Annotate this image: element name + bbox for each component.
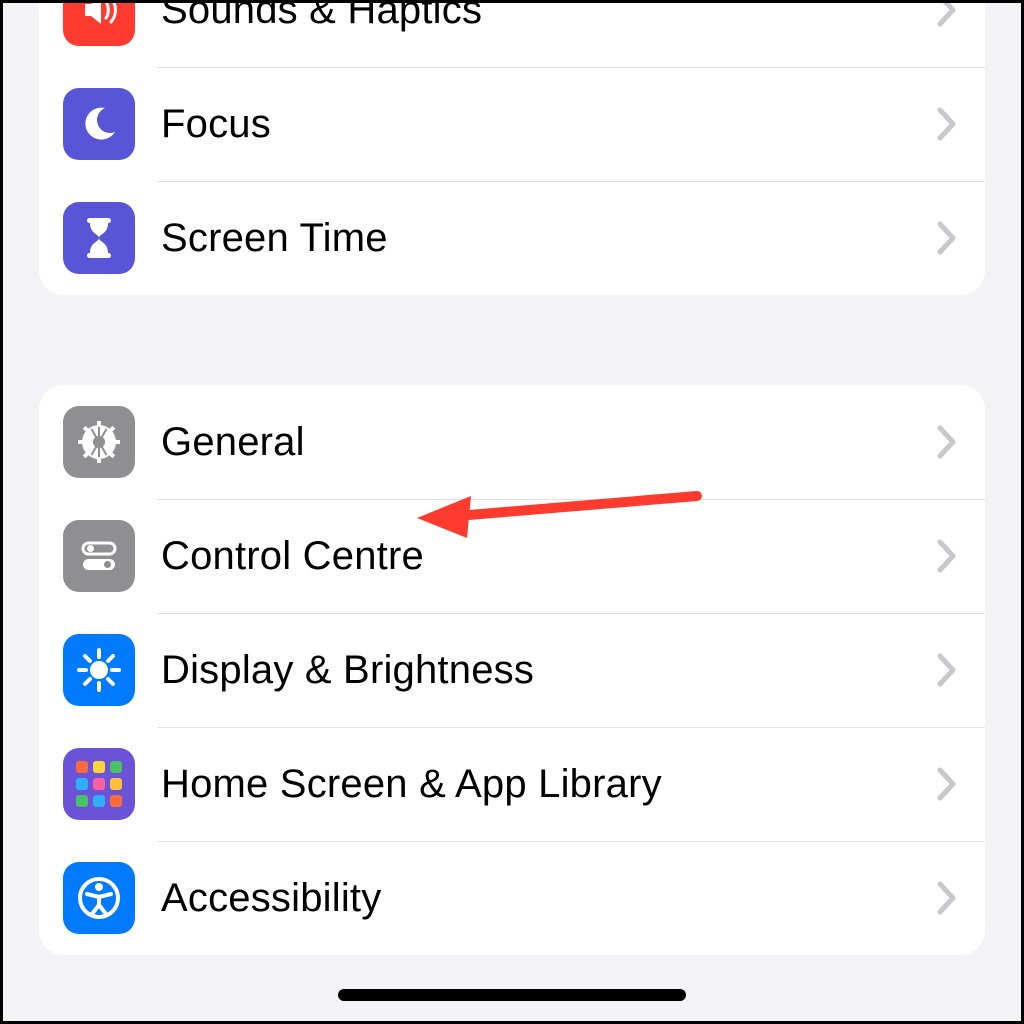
settings-row-home-screen[interactable]: Home Screen & App Library (39, 727, 985, 841)
chevron-right-icon (937, 425, 957, 459)
home-indicator[interactable] (338, 989, 686, 1001)
chevron-right-icon (937, 767, 957, 801)
chevron-right-icon (937, 107, 957, 141)
settings-row-focus[interactable]: Focus (39, 67, 985, 181)
settings-row-general[interactable]: General (39, 385, 985, 499)
row-label: Display & Brightness (161, 648, 937, 693)
settings-row-accessibility[interactable]: Accessibility (39, 841, 985, 955)
settings-group-2: General Control Centre (39, 385, 985, 955)
row-label: General (161, 420, 937, 465)
toggles-icon (63, 520, 135, 592)
moon-icon (63, 88, 135, 160)
settings-row-display-brightness[interactable]: Display & Brightness (39, 613, 985, 727)
chevron-right-icon (937, 221, 957, 255)
accessibility-icon (63, 862, 135, 934)
settings-row-sounds-haptics[interactable]: Sounds & Haptics (39, 0, 985, 67)
chevron-right-icon (937, 539, 957, 573)
group-separator (39, 295, 985, 385)
row-label: Sounds & Haptics (161, 0, 937, 33)
hourglass-icon (63, 202, 135, 274)
row-label: Screen Time (161, 216, 937, 261)
row-label: Accessibility (161, 876, 937, 921)
settings-row-screen-time[interactable]: Screen Time (39, 181, 985, 295)
app-grid-icon (63, 748, 135, 820)
settings-scroll-view[interactable]: Sounds & Haptics Focus (39, 0, 985, 1011)
speaker-icon (63, 0, 135, 46)
chevron-right-icon (937, 881, 957, 915)
row-label: Home Screen & App Library (161, 762, 937, 807)
chevron-right-icon (937, 653, 957, 687)
gear-icon (63, 406, 135, 478)
settings-row-control-centre[interactable]: Control Centre (39, 499, 985, 613)
row-label: Focus (161, 102, 937, 147)
row-label: Control Centre (161, 534, 937, 579)
settings-group-1: Sounds & Haptics Focus (39, 0, 985, 295)
sun-icon (63, 634, 135, 706)
chevron-right-icon (937, 0, 957, 27)
settings-screen: Sounds & Haptics Focus (0, 0, 1024, 1024)
